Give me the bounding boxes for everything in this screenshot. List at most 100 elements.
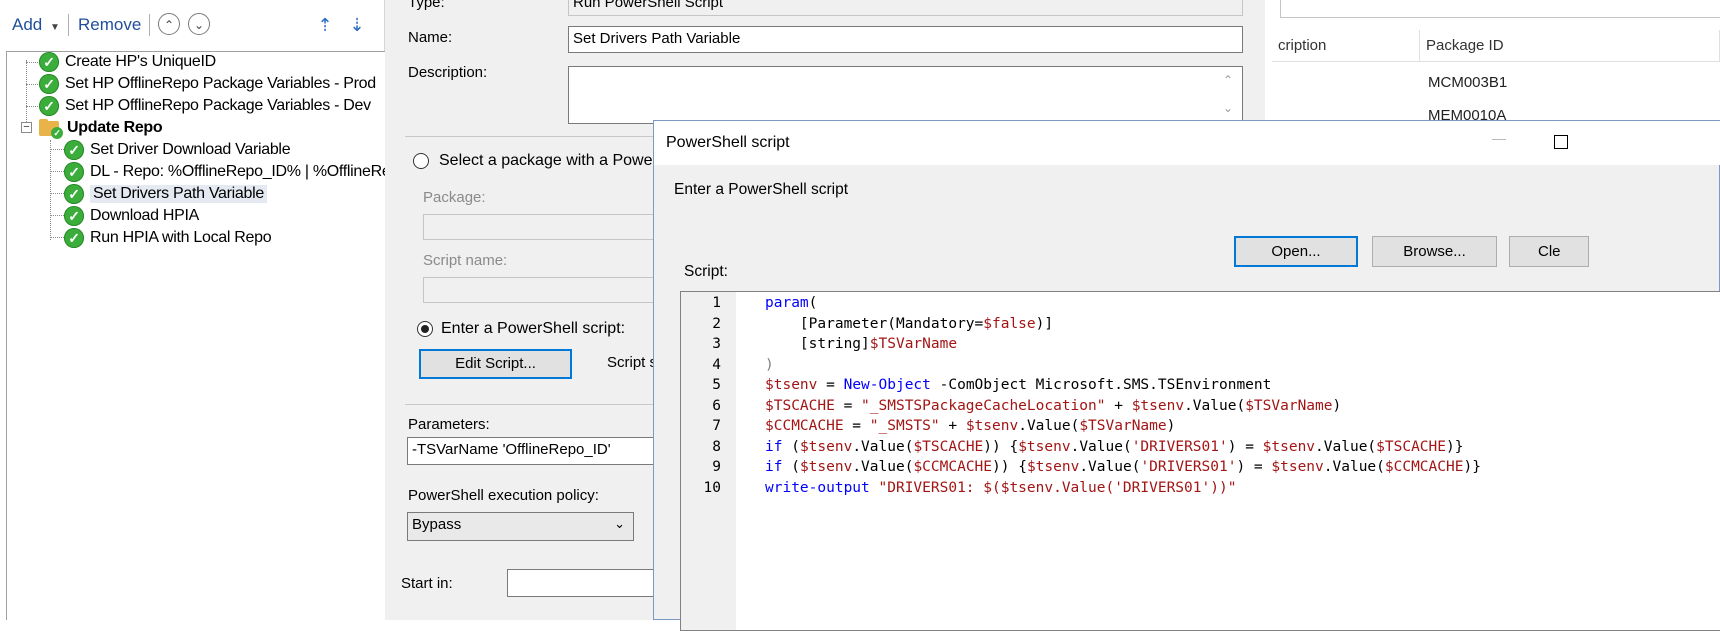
tree-connector — [26, 60, 27, 128]
code-line: ) — [765, 356, 774, 373]
scroll-down-icon[interactable]: ⌄ — [1221, 101, 1235, 115]
toolbar-separator — [149, 14, 150, 36]
tree-item[interactable]: ✓ DL - Repo: %OfflineRepo_ID% | %Offline… — [64, 160, 391, 184]
chevron-down-icon: ⌄ — [614, 516, 625, 531]
success-check-icon: ✓ — [64, 228, 84, 248]
tree-item[interactable]: ✓ Create HP's UniqueID — [39, 50, 216, 74]
tree-item[interactable]: ✓ Set HP OfflineRepo Package Variables -… — [39, 94, 371, 118]
collapse-toggle-icon[interactable]: − — [21, 122, 32, 133]
parameters-field[interactable]: -TSVarName 'OfflineRepo_ID' — [407, 437, 677, 465]
remove-button[interactable]: Remove — [78, 15, 141, 35]
tree-toolbar: Add ▼ Remove ⌃ ⌄ ⇡ ⇣ — [0, 0, 384, 50]
add-button[interactable]: Add ▼ — [12, 15, 60, 35]
script-editor[interactable]: 1 2 3 4 5 6 7 8 9 10 param( [Parameter(M… — [680, 291, 1720, 631]
description-label: Description: — [408, 64, 488, 81]
code-line: [string]$TSVarName — [765, 336, 958, 352]
tree-item-selected[interactable]: ✓ Set Drivers Path Variable — [64, 182, 267, 206]
open-button[interactable]: Open... — [1234, 236, 1358, 267]
script-name-field — [423, 277, 663, 303]
tree-item[interactable]: ✓ Set HP OfflineRepo Package Variables -… — [39, 72, 376, 96]
edit-script-button[interactable]: Edit Script... — [419, 349, 572, 379]
success-check-icon: ✓ — [39, 52, 59, 72]
scroll-up-icon[interactable]: ⌃ — [1221, 73, 1235, 87]
execution-policy-value: Bypass — [412, 516, 462, 533]
expand-all-icon[interactable]: ⇣ — [344, 12, 370, 38]
tree-connector — [26, 62, 40, 63]
code-line: if ($tsenv.Value($CCMCACHE)) {$tsenv.Val… — [765, 459, 1481, 475]
section-divider — [405, 404, 685, 405]
tree-item[interactable]: ✓ Run HPIA with Local Repo — [64, 226, 272, 250]
script-label: Script: — [684, 263, 728, 280]
list-search-field[interactable] — [1280, 0, 1720, 18]
move-up-icon[interactable]: ⌃ — [158, 13, 180, 35]
tree-connector — [50, 237, 64, 238]
select-package-radio[interactable] — [413, 153, 429, 169]
tree-connector — [26, 84, 40, 85]
tree-item-label: Run HPIA with Local Repo — [90, 229, 272, 246]
line-number: 5 — [712, 377, 721, 393]
tree-connector — [50, 193, 64, 194]
code-line: param( — [765, 295, 818, 311]
enter-script-radio[interactable] — [417, 321, 433, 337]
dropdown-arrow-icon: ▼ — [49, 22, 60, 33]
add-label: Add — [12, 15, 43, 34]
tree-connector — [26, 106, 40, 107]
success-check-icon: ✓ — [64, 140, 84, 160]
code-line: $tsenv = New-Object -ComObject Microsoft… — [765, 377, 1272, 393]
parameters-label: Parameters: — [408, 416, 490, 433]
success-check-icon: ✓ — [39, 74, 59, 94]
start-in-label: Start in: — [401, 575, 453, 592]
line-number: 8 — [712, 438, 721, 455]
tree-item-label: Create HP's UniqueID — [65, 53, 216, 70]
tree-item-label: Set Drivers Path Variable — [90, 185, 267, 203]
code-line: $TSCACHE = "_SMSTSPackageCacheLocation" … — [765, 397, 1342, 414]
dialog-title: PowerShell script — [666, 134, 790, 151]
type-field: Run PowerShell Script — [568, 0, 1243, 16]
line-number: 3 — [712, 336, 721, 352]
line-number: 6 — [712, 397, 721, 414]
line-number: 7 — [712, 418, 721, 434]
toolbar-separator — [68, 14, 69, 36]
browse-button[interactable]: Browse... — [1372, 236, 1497, 267]
type-label: Type: — [408, 0, 445, 11]
tree-connector — [50, 149, 64, 150]
dialog-titlebar: PowerShell script — [654, 121, 1720, 165]
tree-connector — [50, 215, 64, 216]
execution-policy-select[interactable]: Bypass ⌄ — [407, 512, 634, 541]
script-name-label: Script name: — [423, 252, 508, 269]
clear-button[interactable]: Cle — [1509, 236, 1589, 267]
success-check-icon: ✓ — [64, 162, 84, 182]
collapse-all-icon[interactable]: ⇡ — [312, 12, 338, 38]
tree-group-update-repo[interactable]: ✓ Update Repo — [39, 116, 163, 140]
tree-item-label: Download HPIA — [90, 207, 200, 224]
group-folder-icon: ✓ — [39, 119, 63, 139]
tree-item-label: DL - Repo: %OfflineRepo_ID% | %OfflineRe — [90, 163, 391, 180]
execution-policy-label: PowerShell execution policy: — [408, 487, 599, 504]
package-field — [423, 214, 663, 240]
line-number-gutter: 1 2 3 4 5 6 7 8 9 10 — [681, 292, 736, 630]
description-field[interactable] — [568, 66, 1243, 124]
line-number: 1 — [712, 295, 721, 311]
task-tree: − ✓ Create HP's UniqueID ✓ Set HP Offlin… — [6, 50, 391, 620]
tree-item[interactable]: ✓ Download HPIA — [64, 204, 199, 228]
minimize-icon[interactable] — [1492, 139, 1506, 140]
maximize-icon[interactable] — [1554, 135, 1568, 149]
column-header-package-id[interactable]: Package ID — [1420, 30, 1720, 62]
enter-script-label: Enter a PowerShell script: — [441, 320, 626, 337]
name-label: Name: — [408, 29, 453, 46]
line-number: 2 — [712, 315, 721, 332]
column-header-description[interactable]: cription — [1272, 30, 1420, 62]
code-line: [Parameter(Mandatory=$false)] — [765, 315, 1054, 332]
tree-connector — [50, 140, 51, 240]
package-id-cell[interactable]: MCM003B1 — [1428, 74, 1507, 91]
tree-item[interactable]: ✓ Set Driver Download Variable — [64, 138, 291, 162]
move-down-icon[interactable]: ⌄ — [188, 13, 210, 35]
line-number: 10 — [703, 479, 721, 496]
code-line: $CCMCACHE = "_SMSTS" + $tsenv.Value($TSV… — [765, 418, 1176, 434]
powershell-script-dialog: PowerShell script Enter a PowerShell scr… — [653, 120, 1720, 631]
tree-item-label: Set HP OfflineRepo Package Variables - D… — [65, 97, 371, 114]
tree-group-label: Update Repo — [67, 119, 163, 136]
tree-item-label: Set HP OfflineRepo Package Variables - P… — [65, 75, 376, 92]
name-field[interactable]: Set Drivers Path Variable — [568, 26, 1243, 53]
code-line: if ($tsenv.Value($TSCACHE)) {$tsenv.Valu… — [765, 438, 1464, 455]
